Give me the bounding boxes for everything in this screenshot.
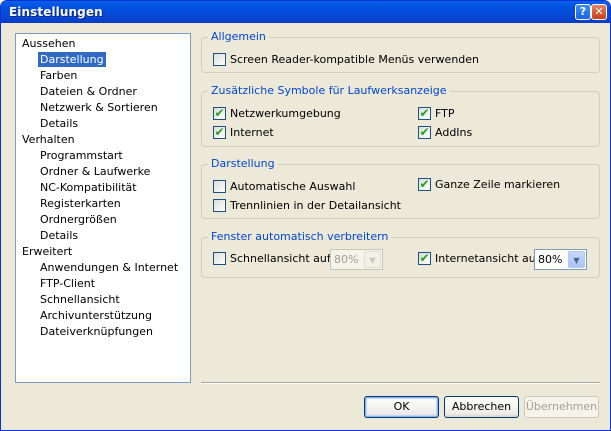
- tree-item-darstellung[interactable]: Darstellung: [38, 52, 106, 67]
- tree-item-dateien-ordner[interactable]: Dateien & Ordner: [38, 84, 139, 99]
- checkmark-icon: [214, 52, 225, 63]
- tree-item-archivunterstuetzung[interactable]: Archivunterstützung: [38, 308, 154, 323]
- tree-item-verhalten[interactable]: Verhalten: [20, 132, 77, 147]
- tree-item-nc-kompatibilitaet[interactable]: NC-Kompatibilität: [38, 180, 139, 195]
- group-title-symbole: Zusätzliche Symbole für Laufwerksanzeige: [208, 84, 450, 98]
- checkbox-box[interactable]: ✔: [418, 125, 431, 139]
- group-darstellung: Darstellung Automatische Auswahl ✔ Ganze…: [201, 157, 600, 219]
- tree-item-farben[interactable]: Farben: [38, 68, 79, 83]
- settings-dialog: Einstellungen ? ✕ Aussehen Darstellung F…: [0, 0, 611, 431]
- group-allgemein: Allgemein Screen Reader-kompatible Menüs…: [201, 30, 600, 73]
- tree-item-details-aussehen[interactable]: Details: [38, 116, 80, 131]
- tree-item-ordner-laufwerke[interactable]: Ordner & Laufwerke: [38, 164, 152, 179]
- checkbox-box[interactable]: [213, 53, 226, 66]
- window-title: Einstellungen: [9, 5, 103, 19]
- checkmark-icon: ✔: [214, 106, 225, 120]
- group-fenster-verbreitern: Fenster automatisch verbreitern Schnella…: [201, 230, 600, 278]
- title-bar[interactable]: Einstellungen ? ✕: [1, 1, 610, 23]
- checkmark-icon: ✔: [419, 251, 430, 265]
- ok-button[interactable]: OK: [364, 396, 439, 418]
- chevron-down-icon[interactable]: ▼: [568, 251, 585, 268]
- select-value: 80%: [334, 253, 359, 266]
- checkmark-icon: [214, 198, 225, 209]
- checkbox-box[interactable]: ✔: [418, 251, 431, 265]
- tree-item-details-verhalten[interactable]: Details: [38, 228, 80, 243]
- checkbox-box[interactable]: [213, 252, 226, 265]
- tree-item-ordnergroessen[interactable]: Ordnergrößen: [38, 212, 119, 227]
- tree-item-erweitert[interactable]: Erweitert: [20, 244, 74, 259]
- tree-item-netzwerk-sortieren[interactable]: Netzwerk & Sortieren: [38, 100, 160, 115]
- select-value: 80%: [538, 253, 563, 266]
- checkbox-box[interactable]: ✔: [213, 106, 226, 120]
- checkmark-icon: ✔: [419, 106, 430, 120]
- checkmark-icon: ✔: [419, 177, 430, 191]
- checkbox-label: Trennlinien in der Detailansicht: [230, 199, 401, 212]
- tree-item-dateiverknuepfungen[interactable]: Dateiverknüpfungen: [38, 324, 155, 339]
- settings-category-tree[interactable]: Aussehen Darstellung Farben Dateien & Or…: [15, 33, 191, 383]
- internetansicht-percent-select[interactable]: 80% ▼: [534, 249, 587, 270]
- help-icon[interactable]: ?: [575, 4, 591, 20]
- checkmark-icon: ✔: [419, 125, 430, 139]
- tree-item-schnellansicht[interactable]: Schnellansicht: [38, 292, 122, 307]
- checkbox-label: Schnellansicht auf: [230, 252, 331, 265]
- checkbox-label: Screen Reader-kompatible Menüs verwenden: [230, 53, 480, 66]
- checkbox-box[interactable]: ✔: [418, 177, 431, 191]
- checkbox-label: Internetansicht auf: [435, 252, 540, 265]
- button-separator: [201, 382, 600, 384]
- tree-item-ftp-client[interactable]: FTP-Client: [38, 276, 97, 291]
- checkbox-box[interactable]: ✔: [213, 125, 226, 139]
- checkbox-label: Ganze Zeile markieren: [435, 178, 561, 191]
- group-title-darstellung: Darstellung: [208, 157, 278, 171]
- checkmark-icon: [214, 179, 225, 190]
- checkmark-icon: ✔: [214, 125, 225, 139]
- checkbox-label: Netzwerkumgebung: [230, 107, 341, 120]
- chevron-down-icon: ▼: [364, 251, 381, 268]
- group-zusaetzliche-symbole: Zusätzliche Symbole für Laufwerksanzeige…: [201, 84, 600, 147]
- apply-button: Übernehmen: [524, 396, 599, 418]
- group-title-fenster: Fenster automatisch verbreitern: [208, 230, 392, 244]
- checkbox-box[interactable]: ✔: [418, 106, 431, 120]
- checkbox-label: FTP: [435, 107, 455, 120]
- close-icon[interactable]: ✕: [591, 4, 607, 20]
- tree-item-aussehen[interactable]: Aussehen: [20, 36, 77, 51]
- checkbox-box[interactable]: [213, 199, 226, 212]
- tree-item-programmstart[interactable]: Programmstart: [38, 148, 125, 163]
- checkbox-label: AddIns: [435, 126, 473, 139]
- checkbox-box[interactable]: [213, 180, 226, 193]
- checkbox-label: Internet: [230, 126, 274, 139]
- checkmark-icon: [214, 251, 225, 262]
- group-title-allgemein: Allgemein: [208, 30, 269, 44]
- checkbox-label: Automatische Auswahl: [230, 180, 356, 193]
- cancel-button[interactable]: Abbrechen: [444, 396, 519, 418]
- schnellansicht-percent-select: 80% ▼: [330, 249, 383, 270]
- tree-item-anwendungen-internet[interactable]: Anwendungen & Internet: [38, 260, 180, 275]
- tree-item-registerkarten[interactable]: Registerkarten: [38, 196, 123, 211]
